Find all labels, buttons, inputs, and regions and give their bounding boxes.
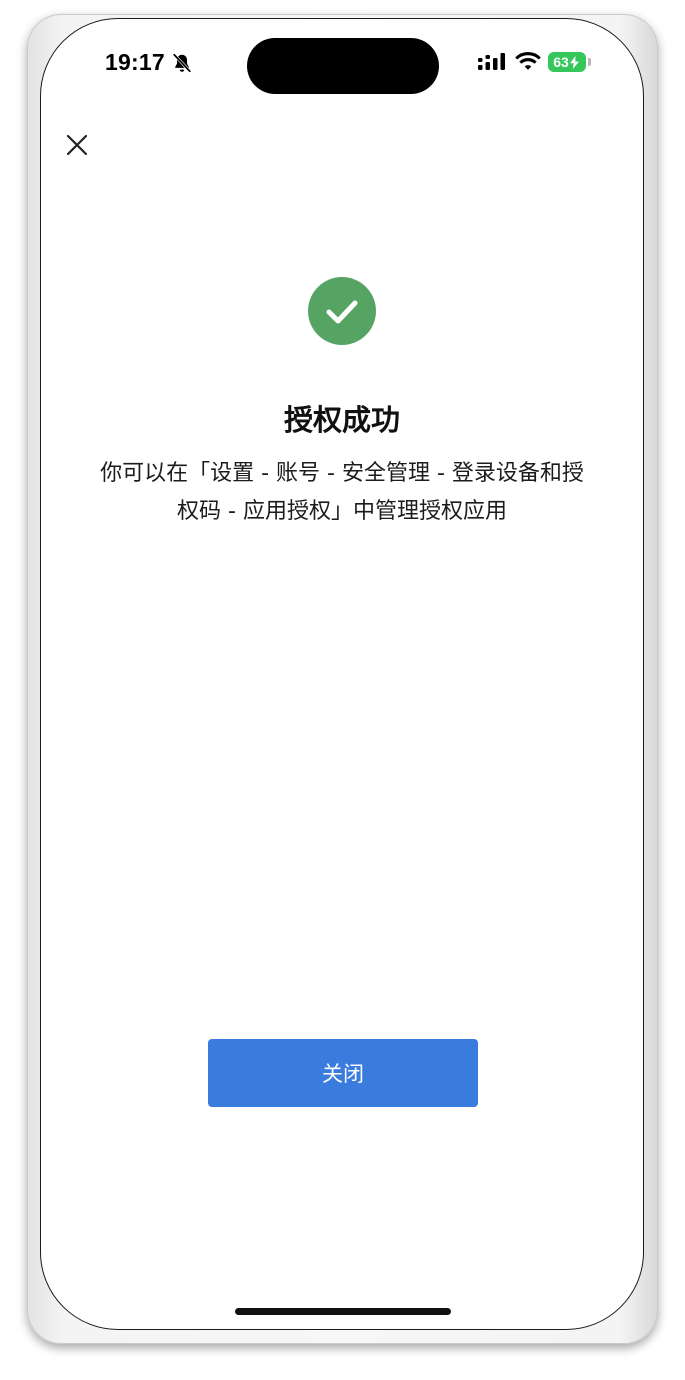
battery-cap bbox=[588, 58, 591, 66]
result-panel: 授权成功 你可以在「设置 - 账号 - 安全管理 - 登录设备和授权码 - 应用… bbox=[41, 277, 643, 531]
close-button[interactable] bbox=[59, 127, 95, 163]
battery-level: 63 bbox=[553, 54, 569, 70]
result-title: 授权成功 bbox=[283, 403, 400, 437]
home-indicator[interactable] bbox=[235, 1308, 451, 1315]
phone-screen: 19:17 63 授权成功 你可以在「设置 - 账号 - 安全管理 - 登录设备… bbox=[40, 18, 644, 1330]
check-circle-icon bbox=[308, 277, 376, 345]
bell-slash-icon bbox=[172, 52, 192, 73]
dynamic-island bbox=[247, 38, 439, 94]
cellular-signal-icon bbox=[478, 53, 505, 70]
page: 19:17 63 授权成功 你可以在「设置 - 账号 - 安全管理 - 登录设备… bbox=[0, 0, 685, 1380]
status-right: 63 bbox=[478, 52, 591, 72]
battery-indicator: 63 bbox=[548, 52, 591, 72]
status-bar: 19:17 63 bbox=[41, 19, 643, 109]
bolt-icon bbox=[569, 55, 579, 69]
result-description: 你可以在「设置 - 账号 - 安全管理 - 登录设备和授权码 - 应用授权」中管… bbox=[100, 461, 584, 524]
status-time: 19:17 bbox=[105, 49, 165, 75]
wifi-icon bbox=[515, 52, 541, 70]
battery-body: 63 bbox=[548, 52, 586, 72]
close-action-button[interactable]: 关闭 bbox=[208, 1039, 478, 1107]
close-icon bbox=[66, 134, 88, 156]
status-left: 19:17 bbox=[105, 49, 193, 76]
